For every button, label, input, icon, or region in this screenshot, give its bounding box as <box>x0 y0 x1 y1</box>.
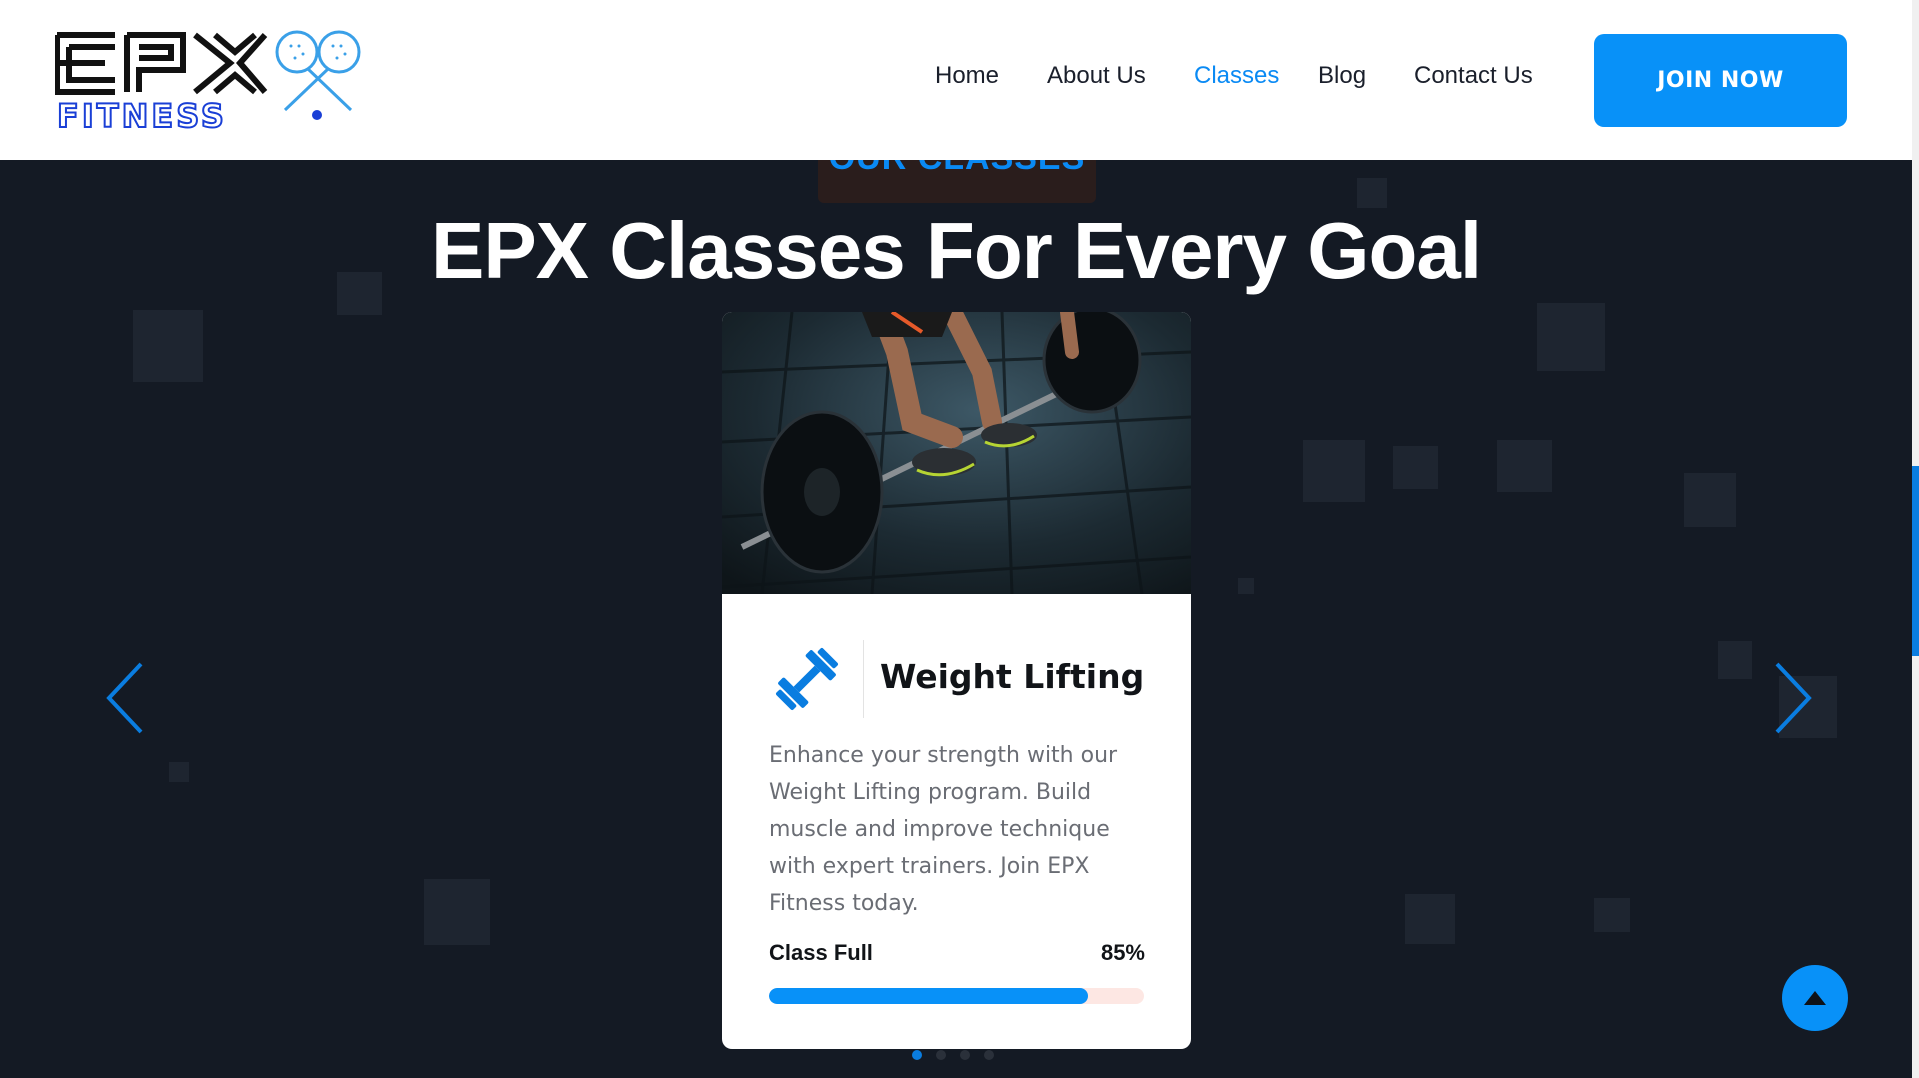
carousel-dot[interactable] <box>936 1050 946 1060</box>
page-scrollbar-thumb[interactable] <box>1912 466 1919 656</box>
decor-square <box>1303 440 1365 502</box>
decor-square <box>1684 473 1736 527</box>
decor-square <box>169 762 189 782</box>
carousel-pagination <box>912 1050 994 1060</box>
carousel-dot[interactable] <box>960 1050 970 1060</box>
nav-about-us[interactable]: About Us <box>1047 62 1146 90</box>
class-card[interactable]: Weight Lifting Enhance your strength wit… <box>722 312 1191 1049</box>
section-title: EPX Classes For Every Goal <box>430 206 1482 295</box>
class-description: Enhance your strength with our Weight Li… <box>769 743 1118 916</box>
progress-value: 85% <box>1100 940 1145 965</box>
nav-home[interactable]: Home <box>935 62 999 90</box>
carousel-dot[interactable] <box>984 1050 994 1060</box>
site-header: FITNESS Home About Us Classes Blog Conta… <box>0 0 1912 160</box>
class-progress-fill <box>769 988 1088 1004</box>
weightlifting-photo <box>722 312 1191 594</box>
carousel-next-arrow-icon[interactable] <box>1765 658 1815 738</box>
decor-square <box>1537 303 1605 371</box>
arrow-up-icon <box>1804 991 1826 1005</box>
class-title[interactable]: Weight Lifting <box>880 657 1144 696</box>
progress-label: Class Full <box>769 940 873 965</box>
class-progress-bar <box>769 988 1144 1004</box>
nav-contact-us[interactable]: Contact Us <box>1414 62 1533 90</box>
decor-square <box>1357 178 1387 208</box>
decor-square <box>1238 578 1254 594</box>
scroll-to-top-button[interactable] <box>1782 965 1848 1031</box>
join-now-button[interactable]: JOIN NOW <box>1594 34 1847 127</box>
carousel-dot[interactable] <box>912 1050 922 1060</box>
decor-square <box>1497 440 1552 492</box>
carousel-prev-arrow-icon[interactable] <box>103 658 153 738</box>
decor-square <box>1405 894 1455 944</box>
svg-text:FITNESS: FITNESS <box>57 97 227 130</box>
decor-square <box>1594 898 1630 932</box>
decor-square <box>1718 641 1752 679</box>
nav-classes[interactable]: Classes <box>1194 62 1279 90</box>
nav-blog[interactable]: Blog <box>1318 62 1366 90</box>
card-divider <box>863 640 864 718</box>
dumbbell-icon <box>776 648 838 710</box>
decor-square <box>1393 446 1438 489</box>
racket-icon <box>275 30 361 112</box>
decor-square <box>424 879 490 945</box>
decor-square <box>133 310 203 382</box>
epx-fitness-logo[interactable]: FITNESS <box>55 30 375 130</box>
